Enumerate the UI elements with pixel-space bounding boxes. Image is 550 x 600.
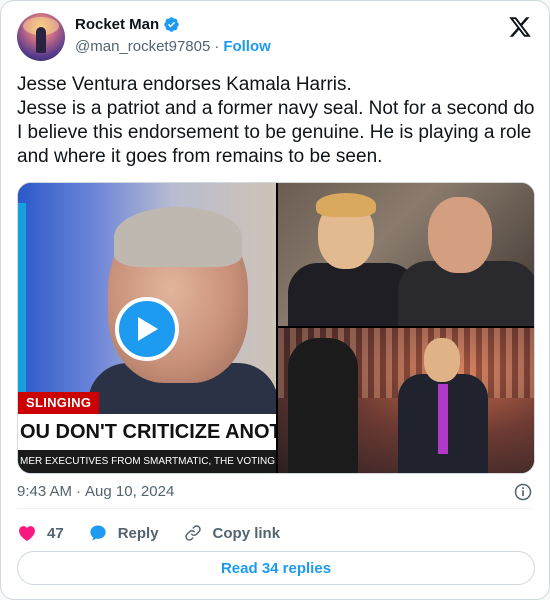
follow-button[interactable]: Follow	[223, 38, 271, 55]
photo-bottom-person-right-face	[424, 338, 460, 382]
avatar-figure	[36, 27, 46, 53]
avatar[interactable]	[17, 13, 65, 61]
read-replies-button[interactable]: Read 34 replies	[17, 551, 535, 585]
tweet-date: Aug 10, 2024	[85, 483, 175, 500]
photo-bottom[interactable]	[278, 328, 534, 473]
info-icon[interactable]	[513, 482, 533, 502]
video-thumbnail[interactable]: SLINGING OU DON'T CRITICIZE ANOTHER VETE…	[18, 183, 276, 473]
x-logo-icon[interactable]	[507, 15, 533, 39]
action-bar: 47 Reply Copy link	[17, 521, 304, 545]
handle-row: @man_rocket97805 · Follow	[75, 38, 271, 55]
tweet-header: Rocket Man @man_rocket97805 · Follow	[17, 13, 533, 61]
video-ticker: MER EXECUTIVES FROM SMARTMATIC, THE VOTI…	[18, 450, 276, 473]
tweet-text: Jesse Ventura endorses Kamala Harris. Je…	[17, 74, 535, 167]
link-icon	[184, 525, 201, 541]
video-bluebar	[18, 203, 26, 403]
heart-icon	[19, 526, 35, 541]
photo-bottom-person-left	[288, 338, 358, 473]
play-icon	[138, 317, 158, 341]
time-separator: ·	[76, 483, 82, 500]
tweet-card: Rocket Man @man_rocket97805 · Follow Jes…	[0, 0, 550, 600]
photo-bottom-tie	[438, 384, 448, 454]
video-tag: SLINGING	[18, 392, 100, 414]
handle-separator: ·	[214, 38, 220, 55]
user-handle[interactable]: @man_rocket97805	[75, 38, 210, 55]
copy-link-button[interactable]: Copy link	[183, 523, 281, 543]
copy-link-label: Copy link	[212, 524, 281, 542]
timestamp-row[interactable]: 9:43 AM · Aug 10, 2024	[17, 483, 174, 500]
photo-top-person-right-face	[428, 197, 492, 273]
tweet-time: 9:43 AM	[17, 483, 73, 500]
divider	[17, 508, 533, 509]
reply-label: Reply	[117, 524, 159, 542]
video-subject-hair	[114, 207, 242, 267]
photo-top-person-left-hair	[316, 193, 376, 217]
video-headline: OU DON'T CRITICIZE ANOTHER VETE	[18, 414, 276, 450]
reply-icon	[90, 525, 106, 541]
photo-top[interactable]	[278, 183, 534, 326]
name-row: Rocket Man	[75, 16, 180, 33]
like-count: 47	[47, 524, 64, 542]
media-grid: SLINGING OU DON'T CRITICIZE ANOTHER VETE…	[17, 182, 535, 474]
display-name[interactable]: Rocket Man	[75, 16, 159, 33]
like-button[interactable]: 47	[17, 523, 64, 543]
reply-button[interactable]: Reply	[88, 523, 159, 543]
play-button[interactable]	[115, 297, 179, 361]
verified-badge-icon	[164, 17, 179, 32]
